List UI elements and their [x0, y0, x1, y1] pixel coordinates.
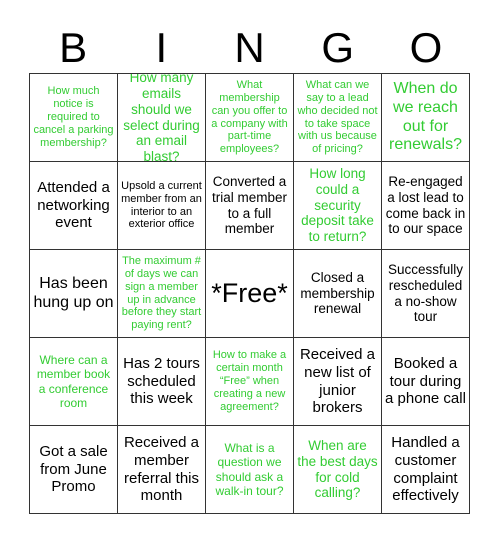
- bingo-cell-r3c5[interactable]: Successfully rescheduled a no-show tour: [382, 250, 470, 338]
- bingo-cell-r1c3[interactable]: What membership can you offer to a compa…: [206, 74, 294, 162]
- bingo-cell-r4c2[interactable]: Has 2 tours scheduled this week: [118, 338, 206, 426]
- bingo-cell-r4c3[interactable]: How to make a certain month “Free” when …: [206, 338, 294, 426]
- bingo-grid: How much notice is required to cancel a …: [29, 73, 470, 514]
- bingo-cell-r5c4[interactable]: When are the best days for cold calling?: [294, 426, 382, 514]
- bingo-header: B I N G O: [29, 24, 470, 72]
- header-letter-b: B: [59, 24, 88, 71]
- bingo-cell-r1c5[interactable]: When do we reach out for renewals?: [382, 74, 470, 162]
- bingo-cell-r1c2[interactable]: How many emails should we select during …: [118, 74, 206, 162]
- bingo-cell-r1c1[interactable]: How much notice is required to cancel a …: [30, 74, 118, 162]
- bingo-cell-r2c5[interactable]: Re-engaged a lost lead to come back in t…: [382, 162, 470, 250]
- header-letter-o: O: [409, 24, 443, 71]
- bingo-cell-r1c4[interactable]: What can we say to a lead who decided no…: [294, 74, 382, 162]
- bingo-cell-r2c1[interactable]: Attended a networking event: [30, 162, 118, 250]
- bingo-cell-r4c1[interactable]: Where can a member book a conference roo…: [30, 338, 118, 426]
- header-letter-n: N: [234, 24, 265, 71]
- bingo-cell-r2c2[interactable]: Upsold a current member from an interior…: [118, 162, 206, 250]
- bingo-cell-r2c4[interactable]: How long could a security deposit take t…: [294, 162, 382, 250]
- bingo-cell-r4c4[interactable]: Received a new list of junior brokers: [294, 338, 382, 426]
- bingo-cell-r3c4[interactable]: Closed a membership renewal: [294, 250, 382, 338]
- bingo-free-space[interactable]: *Free*: [206, 250, 294, 338]
- bingo-cell-r3c2[interactable]: The maximum # of days we can sign a memb…: [118, 250, 206, 338]
- header-letter-i: I: [155, 24, 168, 71]
- bingo-cell-r5c3[interactable]: What is a question we should ask a walk-…: [206, 426, 294, 514]
- bingo-cell-r5c2[interactable]: Received a member referral this month: [118, 426, 206, 514]
- bingo-cell-r3c1[interactable]: Has been hung up on: [30, 250, 118, 338]
- bingo-cell-r4c5[interactable]: Booked a tour during a phone call: [382, 338, 470, 426]
- header-letter-g: G: [321, 24, 355, 71]
- bingo-cell-r5c1[interactable]: Got a sale from June Promo: [30, 426, 118, 514]
- bingo-cell-r2c3[interactable]: Converted a trial member to a full membe…: [206, 162, 294, 250]
- bingo-cell-r5c5[interactable]: Handled a customer complaint effectively: [382, 426, 470, 514]
